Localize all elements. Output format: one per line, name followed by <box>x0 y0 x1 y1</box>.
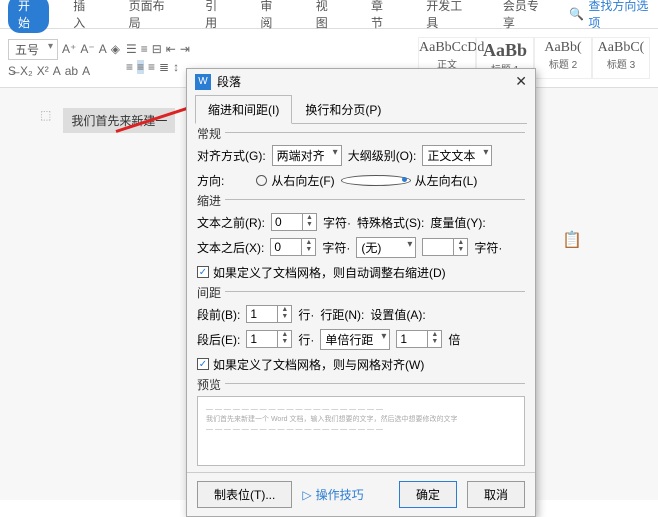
app-icon: W <box>195 74 211 90</box>
align-right-icon[interactable]: ≡ <box>148 60 155 74</box>
tab-review[interactable]: 审阅 <box>250 0 291 33</box>
set-value-spin[interactable]: ▲▼ <box>396 330 442 348</box>
subscript-icon[interactable]: X₂ <box>20 64 33 78</box>
dialog-title: 段落 <box>217 73 241 90</box>
tab-member[interactable]: 会员专享 <box>493 0 556 33</box>
dialog-titlebar: W 段落 ✕ <box>187 69 535 94</box>
after-text-spin[interactable]: ▲▼ <box>270 238 316 256</box>
highlight-icon[interactable]: ab <box>65 64 78 78</box>
before-text-spin[interactable]: ▲▼ <box>271 213 317 231</box>
indent-right-icon[interactable]: ⇥ <box>180 42 190 56</box>
preview-box: — — — — — — — — — — — — — — — — — — — — … <box>197 396 525 466</box>
direction-rtl-radio[interactable]: 从右向左(F) <box>256 172 334 189</box>
tab-chapter[interactable]: 章节 <box>361 0 402 33</box>
tab-dev[interactable]: 开发工具 <box>416 0 479 33</box>
outline-label: 大纲级别(O): <box>348 147 417 164</box>
tab-layout[interactable]: 页面布局 <box>119 0 182 33</box>
align-left-icon[interactable]: ≡ <box>126 60 133 74</box>
line-spacing-label: 行距(N): <box>320 306 364 323</box>
line-spacing-select[interactable]: 单倍行距 <box>320 329 390 350</box>
tab-insert[interactable]: 插入 <box>63 0 104 33</box>
tab-line-page-break[interactable]: 换行和分页(P) <box>292 95 394 124</box>
set-value-label: 设置值(A): <box>370 306 425 323</box>
tips-link[interactable]: ▷操作技巧 <box>302 486 363 503</box>
strike-icon[interactable]: S̶ <box>8 64 16 78</box>
direction-ltr-radio[interactable]: 从左向右(L) <box>341 172 478 189</box>
tab-view[interactable]: 视图 <box>306 0 347 33</box>
unit-line-1: 行· <box>298 306 314 323</box>
legend-indent: 缩进 <box>197 192 225 209</box>
measure-label: 度量值(Y): <box>430 214 485 231</box>
before-text-label: 文本之前(R): <box>197 214 265 231</box>
play-icon: ▷ <box>302 488 311 502</box>
font-size-combo[interactable]: 五号 <box>8 39 58 60</box>
clipboard-icon[interactable]: 📋 <box>562 230 582 250</box>
style-heading3[interactable]: AaBbC(标题 3 <box>592 37 650 79</box>
measure-spin[interactable]: ▲▼ <box>422 238 468 256</box>
grid-indent-checkbox[interactable]: ✓如果定义了文档网格，则自动调整右缩进(D) <box>197 264 446 281</box>
after-para-label: 段后(E): <box>197 331 240 348</box>
grid-align-checkbox[interactable]: ✓如果定义了文档网格，则与网格对齐(W) <box>197 356 424 373</box>
unit-line-2: 行· <box>298 331 314 348</box>
numbering-icon[interactable]: ≡ <box>141 42 148 56</box>
outline-select[interactable]: 正文文本 <box>422 145 492 166</box>
close-icon[interactable]: ✕ <box>515 73 527 90</box>
line-spacing-icon[interactable]: ↕ <box>173 60 179 74</box>
before-para-spin[interactable]: ▲▼ <box>246 305 292 323</box>
tab-references[interactable]: 引用 <box>195 0 236 33</box>
unit-chars-3: 字符· <box>474 239 502 256</box>
search-box[interactable]: 🔍查找方向选项 <box>569 0 650 31</box>
tabstops-button[interactable]: 制表位(T)... <box>197 481 292 508</box>
unit-multiple: 倍 <box>448 331 460 348</box>
indent-left-icon[interactable]: ⇤ <box>166 42 176 56</box>
char-format-icon[interactable]: A <box>82 64 90 78</box>
superscript-icon[interactable]: X² <box>37 64 49 78</box>
bullets-icon[interactable]: ☰ <box>126 42 137 56</box>
special-select[interactable]: (无) <box>356 237 416 258</box>
multilevel-icon[interactable]: ⊟ <box>152 42 162 56</box>
unit-chars-2: 字符· <box>322 239 350 256</box>
font-color-icon[interactable]: A <box>53 64 61 78</box>
align-justify-icon[interactable]: ≣ <box>159 60 169 74</box>
tab-start[interactable]: 开始 <box>8 0 49 33</box>
grow-font-icon[interactable]: A⁺ <box>62 42 76 56</box>
align-center-icon[interactable]: ≡ <box>137 60 144 74</box>
special-label: 特殊格式(S): <box>357 214 424 231</box>
after-para-spin[interactable]: ▲▼ <box>246 330 292 348</box>
para-marker-icon: ⬚ <box>40 108 51 122</box>
ok-button[interactable]: 确定 <box>399 481 457 508</box>
search-icon: 🔍 <box>569 7 584 21</box>
before-para-label: 段前(B): <box>197 306 240 323</box>
menu-tabs: 开始 插入 页面布局 引用 审阅 视图 章节 开发工具 会员专享 🔍查找方向选项 <box>0 0 658 28</box>
font-case-icon[interactable]: A <box>99 42 107 56</box>
paragraph-dialog: W 段落 ✕ 缩进和间距(I) 换行和分页(P) 常规 对齐方式(G): 两端对… <box>186 68 536 517</box>
cancel-button[interactable]: 取消 <box>467 481 525 508</box>
style-heading2[interactable]: AaBb(标题 2 <box>534 37 592 79</box>
shrink-font-icon[interactable]: A⁻ <box>80 42 94 56</box>
legend-preview: 预览 <box>197 376 225 393</box>
align-label: 对齐方式(G): <box>197 147 266 164</box>
legend-spacing: 间距 <box>197 284 225 301</box>
align-select[interactable]: 两端对齐 <box>272 145 342 166</box>
clear-format-icon[interactable]: ◈ <box>111 42 120 56</box>
legend-general: 常规 <box>197 125 225 142</box>
after-text-label: 文本之后(X): <box>197 239 264 256</box>
unit-chars-1: 字符· <box>323 214 351 231</box>
tab-indent-spacing[interactable]: 缩进和间距(I) <box>195 95 292 124</box>
direction-label: 方向: <box>197 172 224 189</box>
